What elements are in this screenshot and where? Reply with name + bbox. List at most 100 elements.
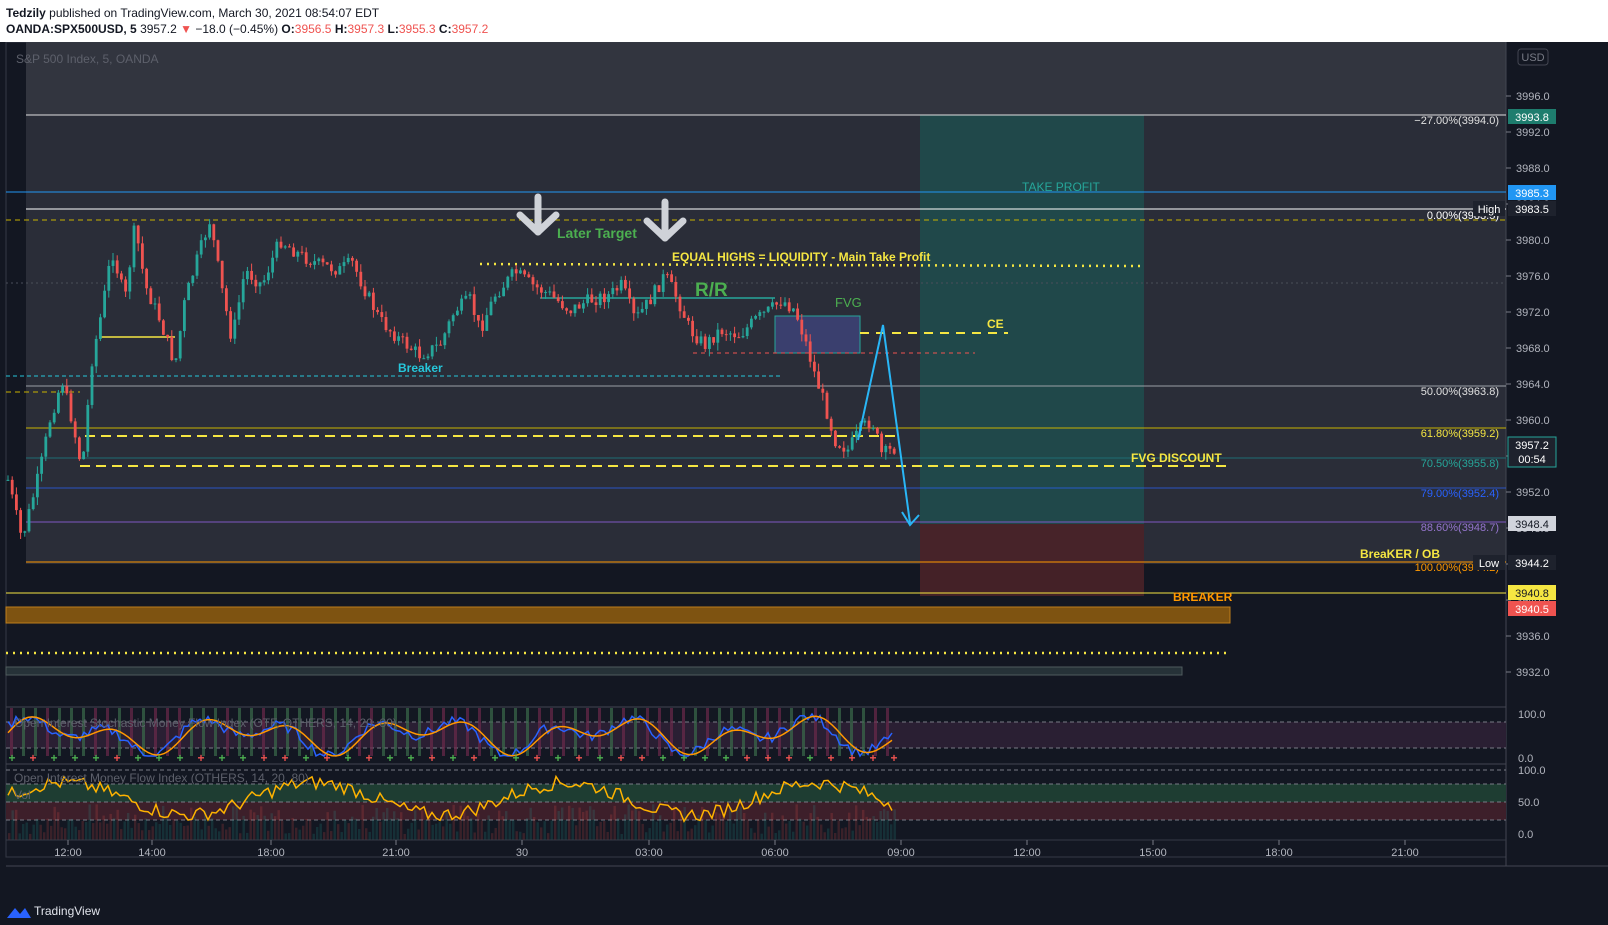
candle-body (573, 304, 577, 314)
volume-bar (137, 823, 140, 840)
candle-body (523, 270, 526, 275)
candle-body (439, 344, 442, 346)
symbol-label[interactable]: OANDA:SPX500USD, 5 (6, 22, 137, 36)
candle-body (405, 336, 409, 349)
brand-name[interactable]: TradingView (34, 904, 100, 918)
volume-bar (389, 818, 392, 840)
stoch-bar (742, 708, 745, 756)
candle-body (531, 277, 535, 285)
candle-body (69, 393, 73, 422)
tradingview-logo-icon[interactable] (5, 904, 33, 920)
candle-body (435, 344, 438, 346)
volume-bar (634, 806, 637, 840)
volume-label: Vol (14, 788, 31, 802)
volume-bar (848, 812, 851, 840)
candle-body (787, 302, 791, 312)
price-tick-label: 3952.0 (1516, 487, 1550, 499)
take-profit-label[interactable]: TAKE PROFIT (1022, 180, 1100, 194)
volume-bar (512, 819, 515, 840)
stoch-tick-top: 100.0 (1518, 709, 1546, 721)
signal-plus-icon: + (428, 751, 435, 765)
badge-text: 3985.3 (1515, 188, 1549, 200)
volume-bar (564, 820, 567, 840)
volume-bar (15, 809, 18, 840)
volume-bar (375, 807, 378, 840)
close-label: C: (438, 22, 452, 36)
fvg-box[interactable] (774, 315, 861, 354)
later-target-label[interactable]: Later Target (557, 225, 637, 241)
price-tick-label: 3932.0 (1516, 667, 1550, 679)
author-name[interactable]: Tedzily (6, 6, 46, 20)
candle-body (838, 446, 841, 448)
candle-body (565, 308, 568, 311)
equal-highs-label[interactable]: EQUAL HIGHS = LIQUIDITY - Main Take Prof… (672, 250, 930, 264)
chart-canvas[interactable]: S&P 500 Index, 5, OANDA TAKE PROFIT Late… (0, 42, 1608, 898)
candle-body (157, 303, 161, 321)
candle-body (800, 319, 804, 335)
ce-label[interactable]: CE (987, 317, 1004, 331)
candle-body (699, 336, 703, 344)
candle-body (460, 298, 463, 311)
candle-body (569, 310, 573, 314)
volume-bar (120, 829, 123, 840)
volume-bar (200, 829, 203, 840)
candle-body (716, 329, 720, 343)
candle-body (846, 449, 850, 452)
candle-body (871, 427, 875, 429)
volume-bar (746, 820, 749, 840)
signal-plus-icon: + (743, 751, 750, 765)
candle-body (90, 366, 94, 405)
price-tick-label: 3968.0 (1516, 343, 1550, 355)
time-tick-label: 15:00 (1139, 847, 1167, 859)
rr-label[interactable]: R/R (695, 280, 728, 301)
breaker-ob-label[interactable]: BreaKER / OB (1360, 547, 1440, 561)
time-tick-label: 06:00 (761, 847, 789, 859)
volume-bar (837, 820, 840, 840)
stoch-bar (550, 708, 553, 756)
candle-body (220, 260, 224, 289)
volume-bar (116, 809, 119, 840)
volume-bar (456, 831, 459, 840)
candle-body (78, 437, 81, 460)
volume-bar (669, 822, 672, 840)
volume-bar (487, 815, 490, 840)
candle-body (754, 315, 757, 319)
candle-body (582, 303, 585, 309)
candle-body (414, 346, 417, 350)
fvg-discount-label[interactable]: FVG DISCOUNT (1131, 451, 1222, 465)
volume-bar (554, 805, 557, 840)
volume-bar (130, 827, 133, 840)
stop-loss-zone[interactable] (920, 524, 1144, 596)
candle-body (745, 327, 749, 337)
volume-bar (648, 828, 651, 840)
candle-body (611, 288, 615, 295)
volume-bar (207, 825, 210, 840)
candle-body (670, 274, 673, 282)
volume-bar (165, 816, 168, 840)
fvg-label[interactable]: FVG (835, 295, 862, 310)
candle-body (724, 334, 728, 336)
volume-bar (589, 806, 592, 840)
stoch-bar (10, 708, 13, 756)
volume-bar (246, 832, 249, 840)
breaker-band[interactable] (5, 606, 1231, 624)
volume-bar (169, 824, 172, 840)
volume-bar (844, 827, 847, 840)
volume-bar (253, 812, 256, 840)
price-tick-label: 3992.0 (1516, 127, 1550, 139)
signal-plus-icon: + (134, 751, 141, 765)
volume-bar (424, 820, 427, 840)
take-profit-zone[interactable] (920, 115, 1144, 524)
candle-body (645, 299, 648, 309)
candle-body (258, 282, 262, 287)
candle-body (279, 241, 283, 248)
breaker-label[interactable]: BREAKER (1173, 590, 1233, 604)
breaker-small-label[interactable]: Breaker (398, 361, 443, 375)
volume-bar (326, 812, 329, 840)
volume-bar (515, 831, 518, 840)
candle-body (212, 224, 216, 241)
candle-body (519, 270, 522, 274)
signal-plus-icon: + (701, 751, 708, 765)
candle-body (237, 302, 241, 320)
signal-plus-icon: + (407, 751, 414, 765)
